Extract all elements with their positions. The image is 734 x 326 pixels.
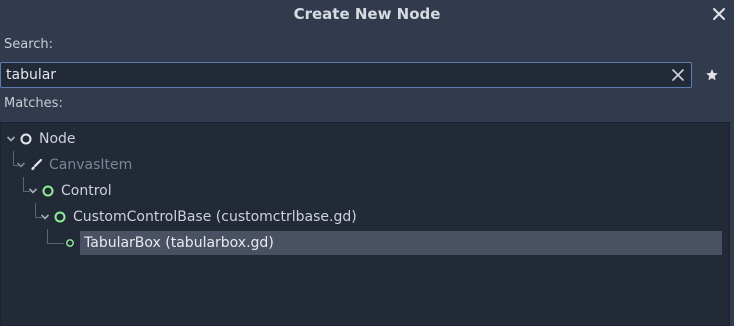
clear-search-button[interactable]	[669, 66, 687, 84]
search-field[interactable]	[0, 62, 692, 88]
node-circle-icon	[20, 133, 32, 145]
chevron-down-icon	[16, 162, 26, 168]
canvasitem-brush-icon	[31, 158, 43, 171]
control-circle-icon	[54, 211, 66, 223]
close-button[interactable]	[708, 3, 730, 25]
search-label: Search:	[4, 37, 54, 52]
tree-item-tabularbox[interactable]: TabularBox (tabularbox.gd)	[80, 231, 722, 255]
tree-item-label: CustomControlBase (customctrlbase.gd)	[73, 209, 357, 225]
tree-item-label: Node	[39, 131, 76, 147]
control-circle-icon	[66, 239, 74, 247]
tree-item-icon-cell	[63, 231, 81, 255]
tree-item-canvasitem[interactable]: CanvasItem	[15, 153, 375, 177]
chevron-down-icon	[6, 136, 16, 142]
star-icon	[706, 69, 718, 81]
favorite-button[interactable]	[702, 65, 722, 85]
node-tree[interactable]: Node CanvasItem Control CustomControlBas…	[0, 122, 730, 326]
tree-item-customcontrolbase[interactable]: CustomControlBase (customctrlbase.gd)	[39, 205, 439, 229]
tree-item-label: CanvasItem	[49, 157, 133, 173]
search-input[interactable]	[6, 65, 656, 85]
chevron-down-icon	[28, 188, 38, 194]
control-circle-icon	[42, 185, 54, 197]
tree-item-node[interactable]: Node	[5, 127, 365, 151]
matches-label: Matches:	[4, 96, 63, 111]
tree-item-label: TabularBox (tabularbox.gd)	[84, 235, 274, 251]
tree-item-label: Control	[61, 183, 112, 199]
chevron-down-icon	[40, 214, 50, 220]
tree-guide	[47, 229, 64, 244]
clear-icon	[672, 69, 684, 81]
dialog-titlebar: Create New Node	[0, 0, 734, 28]
tree-item-control[interactable]: Control	[27, 179, 387, 203]
dialog-title: Create New Node	[293, 5, 441, 23]
close-icon	[713, 8, 725, 20]
